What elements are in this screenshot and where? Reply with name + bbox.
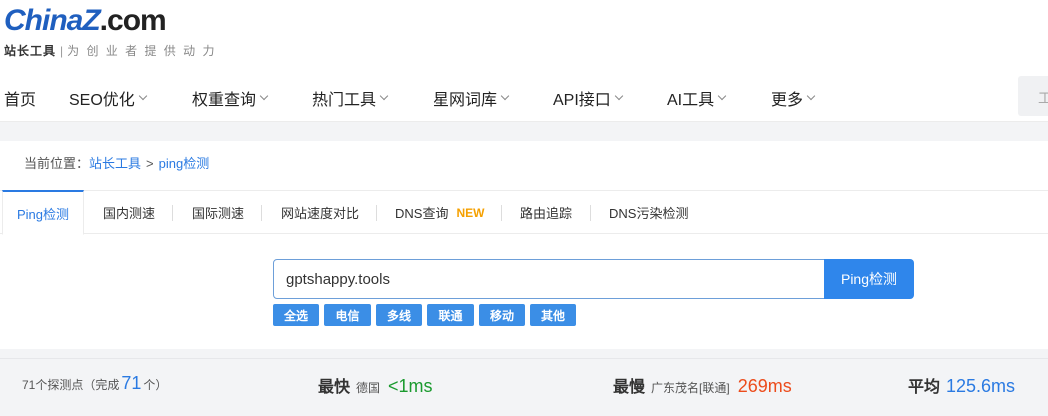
filter-multiline[interactable]: 多线 [376, 304, 422, 326]
slowest-stat: 最慢 广东茂名[联通] 269ms [613, 376, 792, 396]
header-search-input[interactable]: 工 [1018, 76, 1048, 116]
chevron-down-icon [614, 91, 624, 101]
chevron-down-icon [379, 91, 389, 101]
ping-submit-button[interactable]: Ping检测 [824, 259, 914, 299]
probe-count: 71个探测点（完成 71 个） [22, 373, 168, 393]
nav-item-seo[interactable]: SEO优化 [69, 86, 148, 110]
breadcrumb-current-link[interactable]: ping检测 [159, 156, 210, 171]
tab-domestic-speed[interactable]: 国内测速 [103, 191, 155, 234]
tab-traceroute[interactable]: 路由追踪 [520, 191, 572, 234]
nav-item-hot-tools[interactable]: 热门工具 [312, 86, 389, 110]
tab-dns-query[interactable]: DNS查询 NEW [395, 191, 484, 234]
domain-input[interactable] [274, 260, 824, 298]
domain-input-wrapper [273, 259, 825, 299]
slowest-value: 269ms [737, 376, 792, 396]
new-badge: NEW [456, 205, 485, 220]
filter-all[interactable]: 全选 [273, 304, 319, 326]
filter-unicom[interactable]: 联通 [427, 304, 474, 326]
breadcrumb: 当前位置：站长工具 > ping检测 [24, 156, 210, 171]
filter-mobile[interactable]: 移动 [479, 304, 525, 326]
nav-item-keywords[interactable]: 星网词库 [433, 86, 510, 110]
nav-item-ai-tools[interactable]: AI工具 [667, 86, 727, 110]
fastest-value: <1ms [388, 376, 433, 396]
average-value: 125.6ms [946, 376, 1016, 396]
chevron-down-icon [500, 91, 510, 101]
logo-name: 站长工具 [4, 44, 57, 58]
nav-item-more[interactable]: 更多 [771, 86, 816, 110]
chevron-down-icon [806, 91, 816, 101]
tab-dns-pollution[interactable]: DNS污染检测 [609, 191, 688, 234]
breadcrumb-home-link[interactable]: 站长工具 [89, 156, 141, 171]
tab-international-speed[interactable]: 国际测速 [192, 191, 244, 234]
nav-item-home[interactable]: 首页 [4, 86, 36, 110]
nav-item-api[interactable]: API接口 [553, 86, 624, 110]
filter-other[interactable]: 其他 [530, 304, 576, 326]
chevron-down-icon [138, 91, 148, 101]
main-nav: 首页 SEO优化 权重查询 热门工具 星网词库 API接口 AI工具 更多 [0, 78, 1048, 114]
nav-item-weight[interactable]: 权重查询 [192, 86, 269, 110]
tool-tabs: Ping检测 国内测速 国际测速 网站速度对比 DNS查询 NEW 路由追踪 DN… [0, 190, 1048, 235]
tab-speed-compare[interactable]: 网站速度对比 [281, 191, 359, 234]
logo-tagline: 站长工具 | 为 创 业 者 提 供 动 力 [4, 44, 217, 58]
chevron-down-icon [259, 91, 269, 101]
ping-tool-panel: 当前位置：站长工具 > ping检测 Ping检测 国内测速 国际测速 网站速度对比… [0, 141, 1048, 349]
site-header: ChinaZ.com 站长工具 | 为 创 业 者 提 供 动 力 首页 SEO优化… [0, 0, 1048, 122]
filter-telecom[interactable]: 电信 [324, 304, 371, 326]
logo-slogan: 为 创 业 者 提 供 动 力 [67, 44, 217, 58]
fastest-stat: 最快 德国 <1ms [318, 376, 433, 396]
logo-wordmark: ChinaZ.com [4, 4, 167, 37]
tab-ping[interactable]: Ping检测 [2, 190, 85, 235]
completed-count: 71 [121, 373, 142, 393]
average-stat: 平均 125.6ms [908, 376, 1016, 396]
isp-filters: 全选 电信 多线 联通 移动 其他 [273, 304, 581, 326]
ping-summary: 71个探测点（完成 71 个） 最快 德国 <1ms 最慢 广东茂名[联通] 269ms 平… [0, 358, 1048, 416]
chevron-down-icon [717, 91, 727, 101]
